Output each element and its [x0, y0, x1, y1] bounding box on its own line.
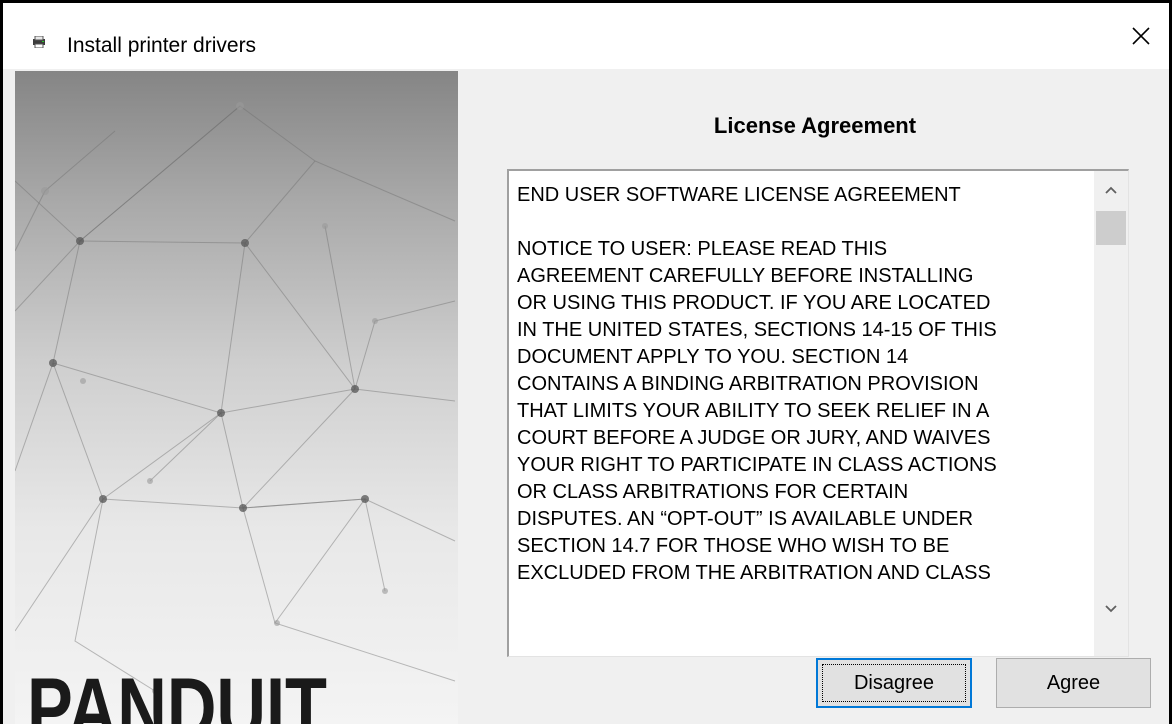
- agree-button-label: Agree: [1046, 671, 1101, 694]
- license-line: COURT BEFORE A JUDGE OR JURY, AND WAIVES: [517, 427, 991, 449]
- license-line: AGREEMENT CAREFULLY BEFORE INSTALLING: [517, 265, 974, 287]
- license-line: OR CLASS ARBITRATIONS FOR CERTAIN: [517, 481, 909, 503]
- close-button[interactable]: [1113, 3, 1169, 69]
- chevron-up-icon: [1105, 186, 1117, 194]
- license-blank-line: [517, 209, 1087, 236]
- chevron-down-icon: [1105, 605, 1117, 613]
- license-line: IN THE UNITED STATES, SECTIONS 14-15 OF …: [517, 319, 997, 341]
- license-text[interactable]: END USER SOFTWARE LICENSE AGREEMENT NOTIC…: [517, 182, 1087, 652]
- license-line: NOTICE TO USER: PLEASE READ THIS: [517, 238, 888, 260]
- license-line: YOUR RIGHT TO PARTICIPATE IN CLASS ACTIO…: [517, 454, 997, 476]
- license-line: DOCUMENT APPLY TO YOU. SECTION 14: [517, 346, 909, 368]
- panduit-logo: PANDUIT: [27, 666, 327, 724]
- disagree-button[interactable]: Disagree: [816, 658, 972, 708]
- license-line: CONTAINS A BINDING ARBITRATION PROVISION: [517, 373, 979, 395]
- scroll-up-button[interactable]: [1094, 173, 1128, 207]
- network-pattern-graphic: [15, 102, 456, 694]
- license-line: SECTION 14.7 FOR THOSE WHO WISH TO BE: [517, 535, 950, 557]
- license-line: END USER SOFTWARE LICENSE AGREEMENT: [517, 184, 961, 206]
- printer-icon: [33, 36, 45, 48]
- svg-text:PANDUIT: PANDUIT: [27, 666, 327, 724]
- license-heading: License Agreement: [713, 113, 917, 138]
- vertical-scrollbar[interactable]: [1094, 171, 1128, 656]
- scroll-down-button[interactable]: [1094, 592, 1128, 626]
- license-textbox[interactable]: END USER SOFTWARE LICENSE AGREEMENT NOTIC…: [507, 169, 1129, 657]
- agree-button[interactable]: Agree: [996, 658, 1151, 708]
- license-line: EXCLUDED FROM THE ARBITRATION AND CLASS: [517, 562, 991, 584]
- title-bar[interactable]: Install printer drivers: [3, 3, 1169, 69]
- license-line: OR USING THIS PRODUCT. IF YOU ARE LOCATE…: [517, 292, 991, 314]
- close-icon: [1132, 27, 1150, 45]
- license-line: THAT LIMITS YOUR ABILITY TO SEEK RELIEF …: [517, 400, 990, 422]
- focus-rectangle: [822, 664, 966, 702]
- scroll-thumb[interactable]: [1096, 211, 1126, 245]
- installer-window: Install printer drivers PANDUIT License …: [0, 0, 1172, 724]
- brand-banner: PANDUIT: [15, 71, 458, 724]
- window-title: Install printer drivers: [67, 34, 257, 57]
- license-line: DISPUTES. AN “OPT-OUT” IS AVAILABLE UNDE…: [517, 508, 974, 530]
